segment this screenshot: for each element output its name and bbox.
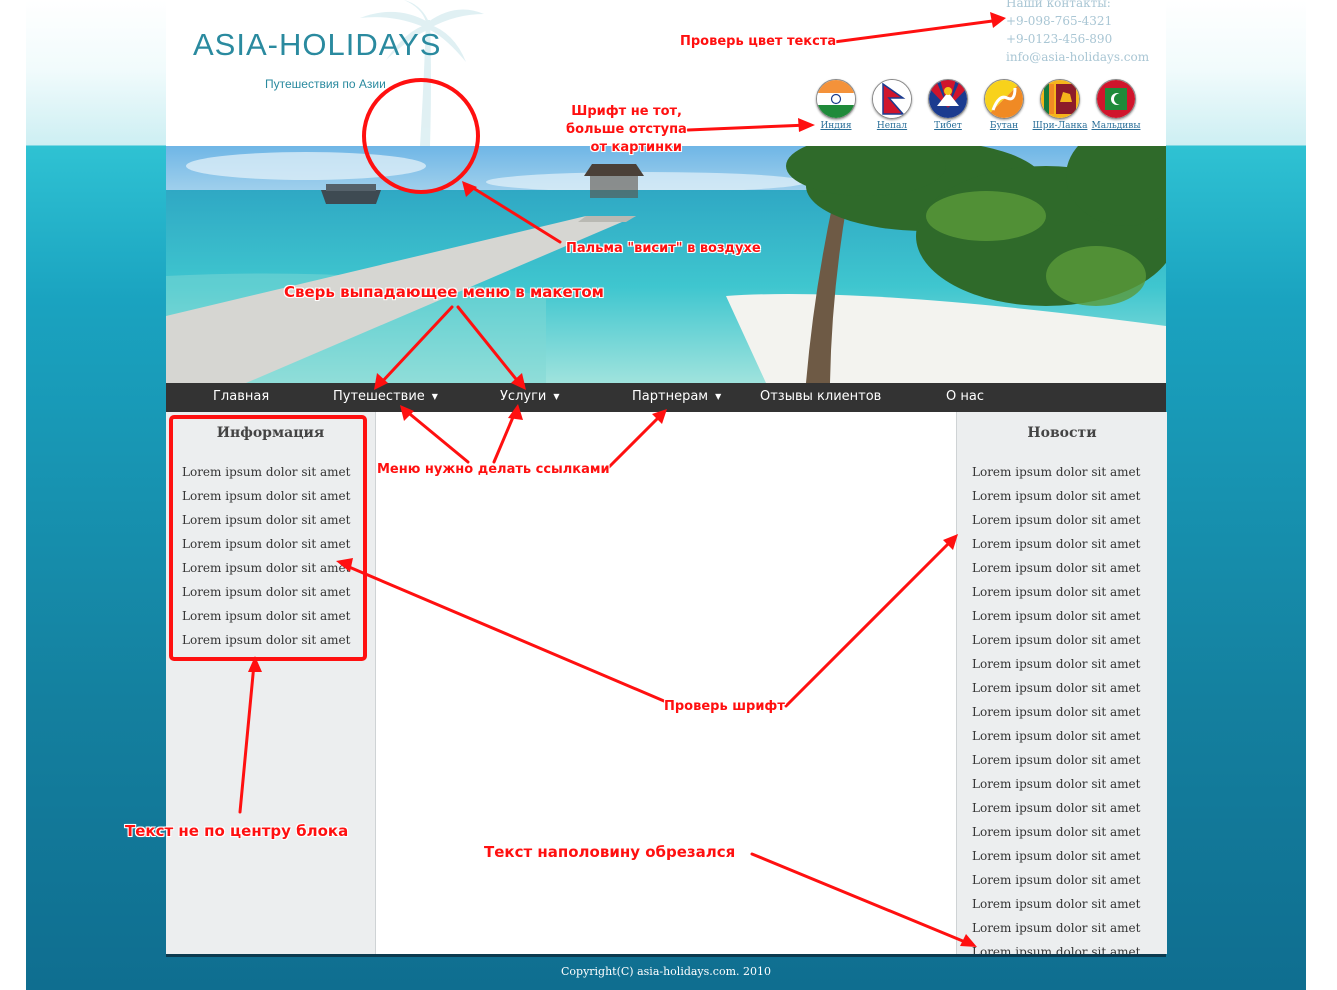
info-item[interactable]: Lorem ipsum dolor sit amet [182, 508, 350, 532]
news-item[interactable]: Lorem ipsum dolor sit amet [972, 676, 1140, 700]
dropdown-caret-icon: ▼ [715, 392, 722, 401]
annotation-palm-hanging: Пальма "висит" в воздухе [566, 241, 761, 256]
nav-item-about[interactable]: О нас [946, 389, 984, 404]
flag-label-india: Индия [820, 121, 852, 131]
info-sidebar: Информация Lorem ipsum dolor sit amet Lo… [166, 412, 376, 954]
info-item[interactable]: Lorem ipsum dolor sit amet [182, 532, 350, 556]
news-item[interactable]: Lorem ipsum dolor sit amet [972, 532, 1140, 556]
annotation-text-cut-off: Текст наполовину обрезался [484, 843, 736, 861]
flag-link-bhutan[interactable]: Бутан [974, 79, 1034, 131]
nav-item-home[interactable]: Главная [213, 389, 269, 404]
india-flag-icon [816, 79, 856, 119]
news-item[interactable]: Lorem ipsum dolor sit amet [972, 796, 1140, 820]
info-title: Информация [216, 425, 325, 441]
annotation-text-not-centered: Текст не по центру блока [125, 822, 349, 840]
sri-lanka-flag-icon [1040, 79, 1080, 119]
annotation-check-text-color: Проверь цвет текста [680, 34, 837, 49]
phone-1: +9-098-765-4321 [1006, 14, 1113, 28]
news-item[interactable]: Lorem ipsum dolor sit amet [972, 940, 1140, 954]
tibet-flag-icon [928, 79, 968, 119]
copyright-text: Copyright(C) asia-holidays.com. 2010 [560, 965, 771, 978]
beach-banner-image [166, 146, 1166, 383]
nav-item-reviews[interactable]: Отзывы клиентов [760, 389, 881, 404]
news-item[interactable]: Lorem ipsum dolor sit amet [972, 724, 1140, 748]
bhutan-flag-icon [984, 79, 1024, 119]
info-item[interactable]: Lorem ipsum dolor sit amet [182, 460, 350, 484]
palm-watermark-icon [360, 0, 484, 146]
annotation-check-dropdown: Сверь выпадающее меню в макетом [284, 283, 604, 301]
flag-link-maldives[interactable]: Мальдивы [1086, 79, 1146, 131]
flag-link-india[interactable]: Индия [806, 79, 866, 131]
main-content: Информация Lorem ipsum dolor sit amet Lo… [166, 412, 1167, 954]
news-item[interactable]: Lorem ipsum dolor sit amet [972, 628, 1140, 652]
contacts-block: Наши контакты: +9-098-765-4321 +9-0123-4… [1006, 0, 1149, 66]
news-item[interactable]: Lorem ipsum dolor sit amet [972, 508, 1140, 532]
nav-item-partners[interactable]: Партнерам ▼ [632, 389, 721, 404]
nav-item-travel[interactable]: Путешествие ▼ [333, 389, 438, 404]
news-item[interactable]: Lorem ipsum dolor sit amet [972, 580, 1140, 604]
flag-label-bhutan: Бутан [989, 121, 1019, 131]
news-item[interactable]: Lorem ipsum dolor sit amet [972, 748, 1140, 772]
info-item[interactable]: Lorem ipsum dolor sit amet [182, 580, 350, 604]
news-item[interactable]: Lorem ipsum dolor sit amet [972, 868, 1140, 892]
flag-label-tibet: Тибет [934, 121, 962, 131]
flag-link-sri-lanka[interactable]: Шри-Ланка [1030, 79, 1090, 131]
flag-link-tibet[interactable]: Тибет [918, 79, 978, 131]
main-nav: Главная Путешествие ▼ Услуги ▼ Партнерам ▼ … [166, 383, 1166, 412]
flag-label-nepal: Непал [876, 121, 908, 131]
info-item[interactable]: Lorem ipsum dolor sit amet [182, 484, 350, 508]
news-title: Новости [1027, 425, 1097, 441]
annotation-menu-links: Меню нужно делать ссылками [377, 462, 610, 477]
news-item[interactable]: Lorem ipsum dolor sit amet [972, 484, 1140, 508]
flag-link-nepal[interactable]: Непал [862, 79, 922, 131]
email-link[interactable]: info@asia-holidays.com [1006, 48, 1149, 66]
info-item[interactable]: Lorem ipsum dolor sit amet [182, 628, 350, 652]
phone-2: +9-0123-456-890 [1006, 32, 1113, 46]
news-item[interactable]: Lorem ipsum dolor sit amet [972, 820, 1140, 844]
news-item[interactable]: Lorem ipsum dolor sit amet [972, 892, 1140, 916]
site-tagline: Путешествия по Азии [265, 77, 386, 91]
news-item[interactable]: Lorem ipsum dolor sit amet [972, 460, 1140, 484]
dropdown-caret-icon: ▼ [553, 392, 560, 401]
news-item[interactable]: Lorem ipsum dolor sit amet [972, 700, 1140, 724]
news-item[interactable]: Lorem ipsum dolor sit amet [972, 844, 1140, 868]
contacts-title: Наши контакты: [1006, 0, 1111, 10]
news-sidebar: Новости Lorem ipsum dolor sit amet Lorem… [956, 412, 1167, 954]
maldives-flag-icon [1096, 79, 1136, 119]
news-item[interactable]: Lorem ipsum dolor sit amet [972, 916, 1140, 940]
flag-label-maldives: Мальдивы [1091, 121, 1141, 131]
annotation-font-wrong: Шрифт не тот, больше отступа от картинки [566, 104, 687, 155]
news-list: Lorem ipsum dolor sit amet Lorem ipsum d… [972, 460, 1140, 954]
nepal-flag-icon [872, 79, 912, 119]
news-item[interactable]: Lorem ipsum dolor sit amet [972, 604, 1140, 628]
footer-divider [166, 954, 1166, 957]
annotation-check-font: Проверь шрифт [664, 699, 785, 714]
site-logo[interactable]: ASIA-HOLIDAYS [193, 27, 441, 63]
dropdown-caret-icon: ▼ [431, 392, 438, 401]
news-item[interactable]: Lorem ipsum dolor sit amet [972, 772, 1140, 796]
news-item[interactable]: Lorem ipsum dolor sit amet [972, 652, 1140, 676]
info-item[interactable]: Lorem ipsum dolor sit amet [182, 556, 350, 580]
flag-label-sri-lanka: Шри-Ланка [1032, 121, 1088, 131]
info-item[interactable]: Lorem ipsum dolor sit amet [182, 604, 350, 628]
news-item[interactable]: Lorem ipsum dolor sit amet [972, 556, 1140, 580]
info-list: Lorem ipsum dolor sit amet Lorem ipsum d… [182, 460, 350, 652]
nav-item-services[interactable]: Услуги ▼ [500, 389, 560, 404]
